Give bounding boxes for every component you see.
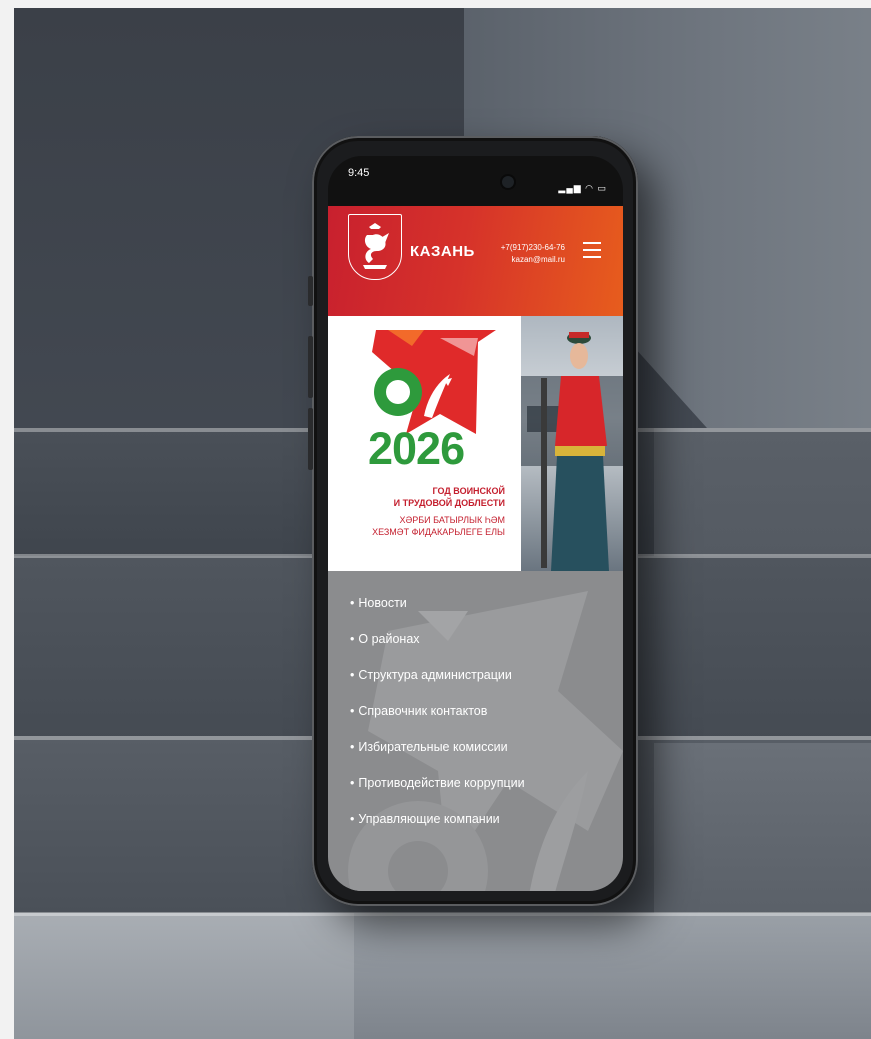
banner-tatar-line: ХӘРБИ БАТЫРЛЫК ҺӘМ (399, 515, 505, 525)
phone-volume-down (308, 408, 313, 470)
concrete-step (14, 913, 354, 1039)
menu-item-districts[interactable]: О районах (350, 631, 525, 667)
website: КАЗАНЬ +7(917)230-64-76 kazan@mail.ru 20… (328, 206, 623, 891)
menu-item-management-companies[interactable]: Управляющие компании (350, 811, 525, 847)
banner-title-line: ГОД ВОИНСКОЙ (432, 486, 505, 496)
step-edge (14, 912, 871, 916)
contact-info: +7(917)230-64-76 kazan@mail.ru (501, 242, 565, 266)
banner-emblem: 2026 ГОД ВОИНСКОЙ И ТРУДОВОЙ ДОБЛЕСТИ ХӘ… (328, 316, 521, 571)
phone-mockup: 9:45 ▂▄▆ ◠ ▭ КАЗАНЬ +7(917)230-64-76 kaz (308, 136, 638, 906)
navigation-menu: Новости О районах Структура администраци… (328, 571, 623, 891)
banner-tatar-line: ХЕЗМӘТ ФИДАКАРЬЛЕГЕ ЕЛЫ (372, 527, 505, 537)
menu-item-election-commissions[interactable]: Избирательные комиссии (350, 739, 525, 775)
phone-volume-up (308, 336, 313, 398)
status-time: 9:45 (348, 167, 370, 179)
menu-item-news[interactable]: Новости (350, 595, 525, 631)
hamburger-icon[interactable] (583, 242, 601, 263)
email-address[interactable]: kazan@mail.ru (501, 254, 565, 266)
phone-screen: 9:45 ▂▄▆ ◠ ▭ КАЗАНЬ +7(917)230-64-76 kaz (328, 156, 623, 891)
phone-number[interactable]: +7(917)230-64-76 (501, 242, 565, 254)
kazan-coat-of-arms-icon[interactable] (348, 214, 402, 280)
status-bar: 9:45 ▂▄▆ ◠ ▭ (328, 156, 623, 194)
banner-title-line: И ТРУДОВОЙ ДОБЛЕСТИ (393, 498, 505, 508)
front-camera (502, 176, 514, 188)
site-header: КАЗАНЬ +7(917)230-64-76 kazan@mail.ru (328, 206, 623, 316)
status-icons: ▂▄▆ ◠ ▭ (558, 183, 607, 193)
menu-item-administration-structure[interactable]: Структура администрации (350, 667, 525, 703)
phone-action-button (308, 276, 313, 306)
concrete-step (654, 743, 871, 918)
menu-item-contacts-directory[interactable]: Справочник контактов (350, 703, 525, 739)
menu-list: Новости О районах Структура администраци… (350, 595, 525, 847)
year-banner[interactable]: 2026 ГОД ВОИНСКОЙ И ТРУДОВОЙ ДОБЛЕСТИ ХӘ… (328, 316, 623, 571)
soldier-photo (521, 316, 623, 571)
menu-item-anti-corruption[interactable]: Противодействие коррупции (350, 775, 524, 811)
banner-year: 2026 (368, 423, 465, 474)
city-name[interactable]: КАЗАНЬ (410, 243, 475, 260)
